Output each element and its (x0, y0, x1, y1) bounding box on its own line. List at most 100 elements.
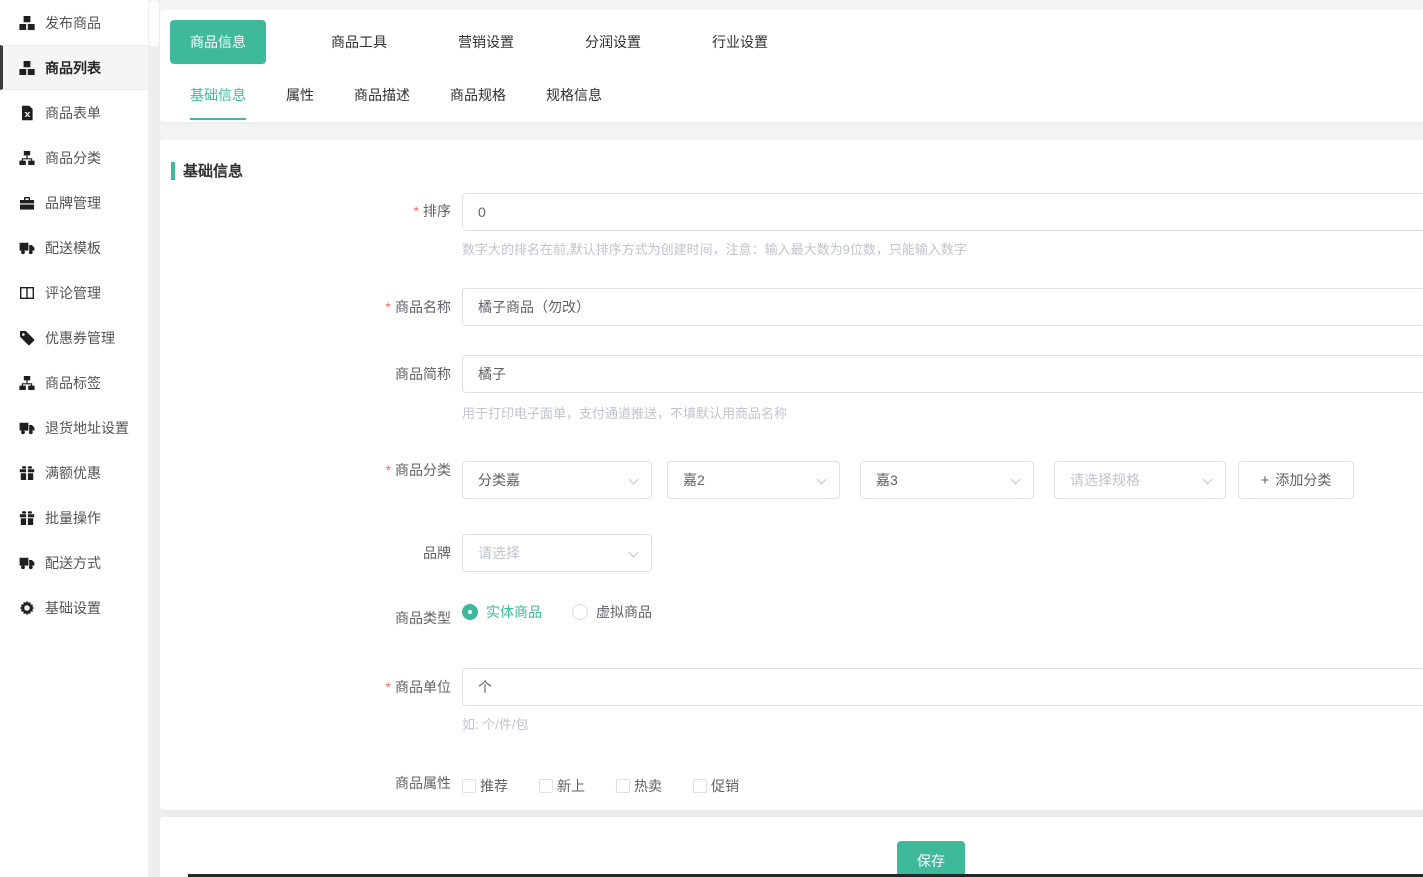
main-tabs: 商品信息 商品工具 营销设置 分润设置 行业设置 (170, 20, 774, 64)
radio-unselected-icon (572, 604, 588, 620)
product-name-input[interactable] (462, 288, 1423, 326)
chevron-down-icon (1011, 475, 1021, 485)
sidebar-item-label: 配送方式 (45, 553, 101, 573)
sidebar-item-batch-operation[interactable]: 批量操作 (0, 495, 148, 540)
briefcase-icon (19, 195, 35, 211)
checkbox-new[interactable]: 新上 (539, 776, 585, 796)
attributes-label: 商品属性 (160, 776, 451, 790)
sidebar-item-brand-manage[interactable]: 品牌管理 (0, 180, 148, 225)
checkbox-hot-sale[interactable]: 热卖 (616, 776, 662, 796)
sidebar-item-product-category[interactable]: 商品分类 (0, 135, 148, 180)
sidebar-item-product-tag[interactable]: 商品标签 (0, 360, 148, 405)
gift-icon (19, 465, 35, 481)
add-category-button[interactable]: + 添加分类 (1238, 461, 1354, 499)
sidebar: 发布商品 商品列表 商品表单 商品分类 品牌管理 配送模板 评论管理 优惠券管理… (0, 0, 148, 877)
brand-select[interactable]: 请选择 (462, 534, 652, 572)
cubes-icon (19, 60, 35, 76)
subtab-attributes[interactable]: 属性 (286, 85, 314, 120)
unit-input[interactable] (462, 668, 1423, 706)
sidebar-item-delivery-template[interactable]: 配送模板 (0, 225, 148, 270)
sidebar-item-return-address[interactable]: 退货地址设置 (0, 405, 148, 450)
truck-icon (19, 240, 35, 256)
section-accent-bar (171, 162, 175, 180)
sidebar-item-publish-product[interactable]: 发布商品 (0, 0, 148, 45)
sidebar-item-label: 商品标签 (45, 373, 101, 393)
plus-icon: + (1261, 473, 1270, 488)
sidebar-item-label: 退货地址设置 (45, 418, 129, 438)
tab-profit-settings[interactable]: 分润设置 (579, 32, 647, 52)
sidebar-item-comment-manage[interactable]: 评论管理 (0, 270, 148, 315)
sort-help-text: 数字大的排名在前,默认排序方式为创建时间，注意：输入最大数为9位数，只能输入数字 (462, 243, 967, 256)
short-name-input[interactable] (462, 355, 1423, 393)
product-type-radio-group: 实体商品 虚拟商品 (462, 602, 652, 622)
save-button[interactable]: 保存 (897, 841, 965, 877)
sidebar-item-basic-settings[interactable]: 基础设置 (0, 585, 148, 630)
category-select-level1[interactable]: 分类嘉 (462, 461, 652, 499)
sidebar-item-label: 批量操作 (45, 508, 101, 528)
cubes-icon (19, 15, 35, 31)
brand-label: 品牌 (160, 546, 451, 560)
product-type-label: 商品类型 (160, 611, 451, 625)
tab-product-info[interactable]: 商品信息 (170, 20, 266, 64)
category-select-spec[interactable]: 请选择规格 (1054, 461, 1226, 499)
checkbox-icon (616, 779, 630, 793)
sidebar-item-label: 商品分类 (45, 148, 101, 168)
sidebar-item-full-discount[interactable]: 满额优惠 (0, 450, 148, 495)
checkbox-icon (462, 779, 476, 793)
section-title: 基础信息 (183, 160, 243, 181)
sort-input[interactable] (462, 193, 1423, 231)
gear-icon (19, 600, 35, 616)
checkbox-promotion[interactable]: 促销 (693, 776, 739, 796)
sidebar-scrollbar-track (148, 0, 160, 877)
sidebar-item-label: 优惠券管理 (45, 328, 115, 348)
sidebar-item-label: 品牌管理 (45, 193, 101, 213)
tab-industry-settings[interactable]: 行业设置 (706, 32, 774, 52)
short-name-help-text: 用于打印电子面单，支付通道推送，不填默认用商品名称 (462, 407, 787, 420)
sidebar-item-product-list[interactable]: 商品列表 (0, 45, 148, 90)
sitemap-icon (19, 375, 35, 391)
tag-icon (19, 330, 35, 346)
chevron-down-icon (629, 475, 639, 485)
chevron-down-icon (1203, 475, 1213, 485)
sidebar-item-label: 商品表单 (45, 103, 101, 123)
radio-virtual-product[interactable]: 虚拟商品 (572, 602, 652, 622)
product-name-label: *商品名称 (160, 300, 451, 314)
unit-help-text: 如: 个/件/包 (462, 718, 528, 731)
attributes-checkbox-group: 推荐 新上 热卖 促销 (462, 776, 739, 796)
subtab-product-description[interactable]: 商品描述 (354, 85, 410, 120)
radio-physical-product[interactable]: 实体商品 (462, 602, 542, 622)
sidebar-item-label: 基础设置 (45, 598, 101, 618)
subtab-basic-info[interactable]: 基础信息 (190, 85, 246, 120)
columns-icon (19, 285, 35, 301)
category-select-level3[interactable]: 嘉3 (860, 461, 1034, 499)
sidebar-item-coupon-manage[interactable]: 优惠券管理 (0, 315, 148, 360)
checkbox-icon (539, 779, 553, 793)
sidebar-item-label: 满额优惠 (45, 463, 101, 483)
checkbox-icon (693, 779, 707, 793)
sidebar-item-label: 发布商品 (45, 13, 101, 33)
subtab-product-spec[interactable]: 商品规格 (450, 85, 506, 120)
short-name-label: 商品简称 (160, 367, 451, 381)
sidebar-scrollbar-thumb[interactable] (149, 0, 159, 47)
tabs-card: 商品信息 商品工具 营销设置 分润设置 行业设置 基础信息 属性 商品描述 商品… (160, 10, 1423, 122)
sidebar-item-label: 商品列表 (45, 58, 101, 78)
sidebar-item-label: 评论管理 (45, 283, 101, 303)
tab-marketing-settings[interactable]: 营销设置 (452, 32, 520, 52)
gift-icon (19, 510, 35, 526)
section-header: 基础信息 (171, 160, 243, 181)
sidebar-item-delivery-method[interactable]: 配送方式 (0, 540, 148, 585)
category-select-level2[interactable]: 嘉2 (667, 461, 840, 499)
subtab-spec-info[interactable]: 规格信息 (546, 85, 602, 120)
chevron-down-icon (629, 548, 639, 558)
radio-selected-icon (462, 604, 478, 620)
sidebar-item-product-form[interactable]: 商品表单 (0, 90, 148, 135)
file-excel-icon (19, 105, 35, 121)
category-label: *商品分类 (160, 463, 451, 477)
basic-info-form-card: 基础信息 *排序 数字大的排名在前,默认排序方式为创建时间，注意：输入最大数为9… (160, 140, 1423, 810)
sitemap-icon (19, 150, 35, 166)
truck-icon (19, 420, 35, 436)
tab-product-tools[interactable]: 商品工具 (325, 32, 393, 52)
chevron-down-icon (817, 475, 827, 485)
checkbox-recommend[interactable]: 推荐 (462, 776, 508, 796)
form-footer-bar: 保存 (160, 817, 1423, 877)
